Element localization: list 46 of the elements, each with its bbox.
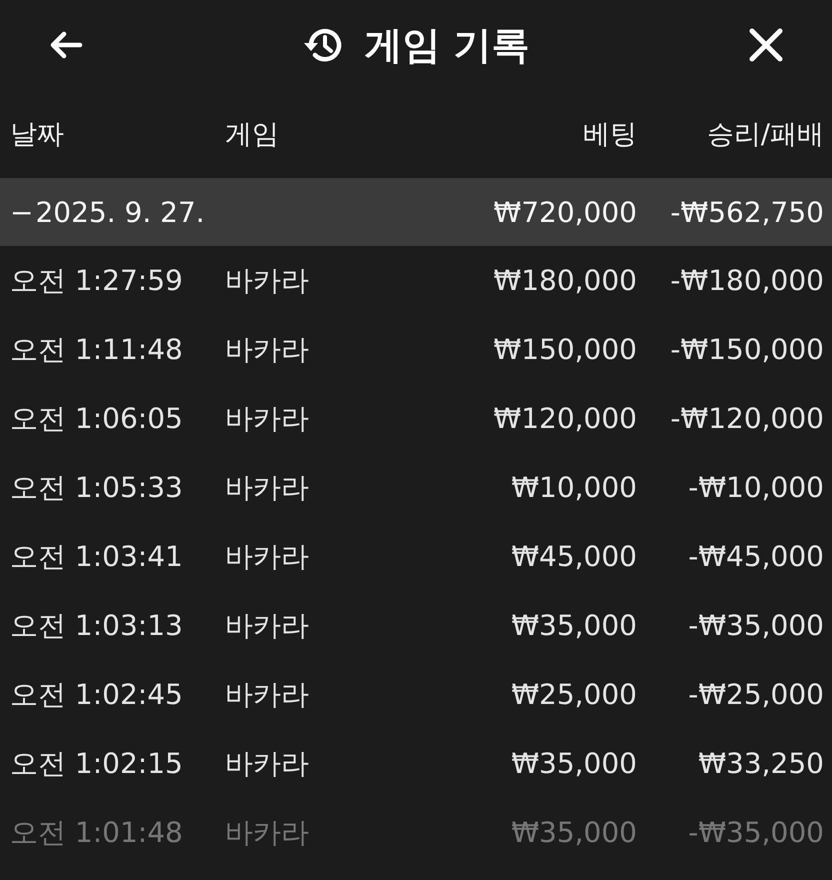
table-cell-text: -₩35,000: [687, 609, 824, 642]
column-header: 날짜: [9, 118, 65, 152]
table-cell-text: 바카라: [225, 814, 310, 850]
table-cell-text: ₩180,000: [492, 264, 637, 297]
column-header: 승리/패배: [706, 118, 824, 152]
collapse-toggle[interactable]: −: [10, 196, 34, 228]
table-cell-text: ₩120,000: [492, 402, 637, 435]
date-group-row[interactable]: −2025. 9. 27. ₩720,000 -₩562,750: [0, 178, 832, 246]
page-title: 게임 기록: [364, 22, 530, 68]
table-cell-text: 바카라: [225, 332, 310, 368]
table-cell-text: 오전 1:11:48: [9, 332, 184, 368]
table-cell-text: 오전 1:06:05: [9, 400, 184, 436]
table-cell-text: ₩33,250: [697, 747, 824, 780]
table-cell-text: -₩25,000: [687, 678, 824, 711]
column-header: 베팅: [582, 118, 637, 152]
table-cell-text: 오전 1:27:59: [9, 262, 184, 298]
table-cell-text: -₩150,000: [669, 333, 824, 366]
column-header: 게임: [225, 118, 280, 152]
table-cell-text: 오전 1:02:15: [9, 746, 184, 782]
table-cell-text: ₩150,000: [492, 333, 637, 366]
table-cell-text: 바카라: [225, 400, 310, 436]
table-cell-text: 바카라: [225, 470, 310, 506]
table-cell-text: 오전 1:03:13: [9, 608, 184, 644]
table-cell-text: ₩35,000: [510, 747, 637, 780]
table-cell-text: -₩180,000: [669, 264, 824, 297]
table-cell-text: 바카라: [225, 262, 310, 298]
table-cell-text: 바카라: [225, 608, 310, 644]
table-cell-text: -₩10,000: [687, 471, 824, 504]
table-cell-text: 바카라: [225, 676, 310, 712]
table-cell-text: ₩10,000: [510, 471, 637, 504]
table-cell-text: -₩120,000: [669, 402, 824, 435]
table-cell-text: ₩25,000: [510, 678, 637, 711]
table-cell-text: -₩45,000: [687, 540, 824, 573]
table-cell-text: ₩45,000: [510, 540, 637, 573]
table-cell-text: 오전 1:05:33: [9, 470, 184, 506]
table-cell-text: -₩35,000: [687, 816, 824, 849]
table-cell-text: 바카라: [225, 538, 310, 574]
table-cell-text: ₩720,000: [492, 196, 637, 228]
group-date: 2025. 9. 27.: [35, 196, 205, 228]
table-cell-text: 오전 1:03:41: [9, 538, 184, 574]
table-cell-text: -₩562,750: [669, 196, 824, 228]
table-cell-text: ₩35,000: [510, 609, 637, 642]
table-cell-text: 오전 1:02:45: [9, 676, 184, 712]
table-cell-text: ₩35,000: [510, 816, 637, 849]
table-cell-text: 오전 1:01:48: [9, 814, 184, 850]
table-cell-text: 바카라: [225, 746, 310, 782]
